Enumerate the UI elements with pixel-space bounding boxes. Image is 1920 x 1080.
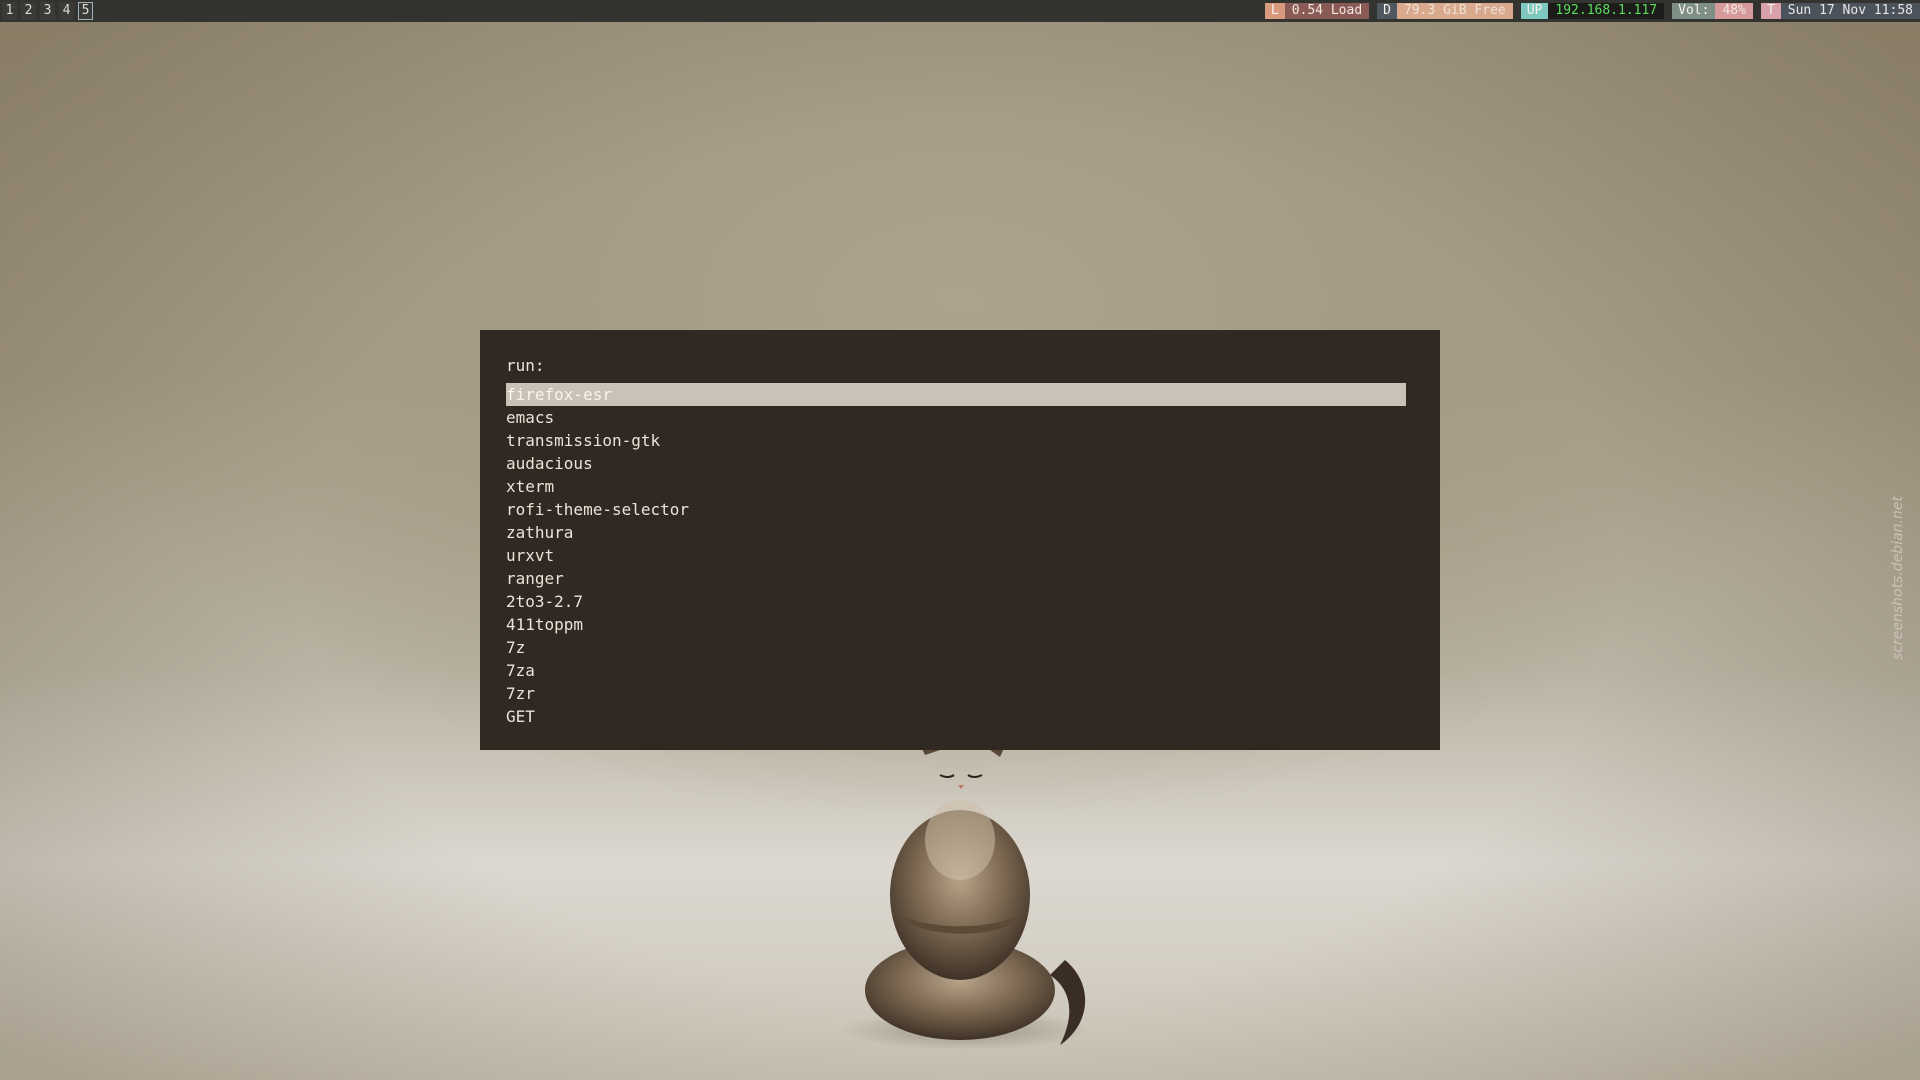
- list-item-7zr[interactable]: 7zr: [506, 682, 1406, 705]
- list-item-emacs[interactable]: emacs: [506, 406, 1406, 429]
- workspace-switcher: 1 2 3 4 5: [2, 2, 97, 20]
- time-tag: T: [1760, 3, 1781, 19]
- run-prompt[interactable]: run:: [506, 356, 1414, 376]
- screenshots-watermark: screenshots.debian.net: [1890, 496, 1906, 660]
- network-value: 192.168.1.117: [1548, 3, 1665, 19]
- list-item-7za[interactable]: 7za: [506, 659, 1406, 682]
- list-item-audacious[interactable]: audacious: [506, 452, 1406, 475]
- run-launcher: run: firefox-esr emacs transmission-gtk …: [480, 330, 1440, 750]
- status-blocks: L 0.54 Load D 79.3 GiB Free UP 192.168.1…: [1257, 3, 1920, 19]
- workspace-5[interactable]: 5: [78, 2, 93, 20]
- volume-tag: Vol:: [1672, 3, 1716, 19]
- list-item-ranger[interactable]: ranger: [506, 567, 1406, 590]
- disk-block: D 79.3 GiB Free: [1377, 3, 1513, 19]
- run-results-list: firefox-esr emacs transmission-gtk audac…: [506, 383, 1414, 728]
- list-item-firefox-esr[interactable]: firefox-esr: [506, 383, 1406, 406]
- top-status-bar: 1 2 3 4 5 L 0.54 Load D 79.3 GiB Free UP…: [0, 0, 1920, 22]
- disk-tag: D: [1377, 3, 1397, 19]
- load-value: 0.54 Load: [1284, 3, 1370, 19]
- list-item-zathura[interactable]: zathura: [506, 521, 1406, 544]
- time-block: T Sun 17 Nov 11:58: [1760, 3, 1920, 19]
- list-item-2to3[interactable]: 2to3-2.7: [506, 590, 1406, 613]
- network-block: UP 192.168.1.117: [1520, 3, 1665, 19]
- list-item-urxvt[interactable]: urxvt: [506, 544, 1406, 567]
- volume-block: Vol: 48%: [1672, 3, 1753, 19]
- load-tag: L: [1264, 3, 1285, 19]
- time-value: Sun 17 Nov 11:58: [1780, 3, 1920, 19]
- volume-value: 48%: [1715, 3, 1753, 19]
- workspace-3[interactable]: 3: [40, 2, 55, 20]
- meditating-cat-wallpaper: [840, 745, 1090, 1050]
- list-item-411toppm[interactable]: 411toppm: [506, 613, 1406, 636]
- workspace-4[interactable]: 4: [59, 2, 74, 20]
- list-item-get[interactable]: GET: [506, 705, 1406, 728]
- network-tag: UP: [1520, 3, 1549, 19]
- load-block: L 0.54 Load: [1264, 3, 1370, 19]
- workspace-1[interactable]: 1: [2, 2, 17, 20]
- list-item-7z[interactable]: 7z: [506, 636, 1406, 659]
- list-item-xterm[interactable]: xterm: [506, 475, 1406, 498]
- workspace-2[interactable]: 2: [21, 2, 36, 20]
- list-item-rofi-theme-selector[interactable]: rofi-theme-selector: [506, 498, 1406, 521]
- list-item-transmission-gtk[interactable]: transmission-gtk: [506, 429, 1406, 452]
- disk-value: 79.3 GiB Free: [1396, 3, 1513, 19]
